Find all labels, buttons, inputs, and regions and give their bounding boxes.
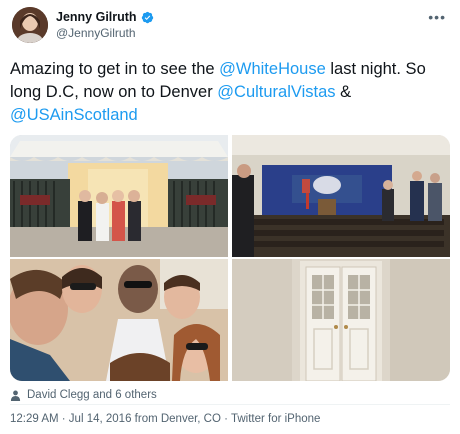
author-name-row[interactable]: Jenny Gilruth	[56, 10, 154, 24]
tagged-users-text[interactable]: David Clegg and 6 others	[27, 389, 157, 401]
photo-press-briefing-room[interactable]	[232, 135, 450, 257]
mention-link[interactable]: @WhiteHouse	[219, 60, 326, 78]
tweet-timestamp[interactable]: 12:29 AM · Jul 14, 2016 from Denver, CO …	[10, 413, 320, 425]
author-name[interactable]: Jenny Gilruth	[56, 10, 137, 24]
photo-group-selfie[interactable]	[10, 259, 228, 381]
photo-double-doors[interactable]	[232, 259, 450, 381]
photo-white-house-entrance[interactable]	[10, 135, 228, 257]
tagged-users[interactable]: David Clegg and 6 others	[10, 389, 157, 401]
verified-badge-icon	[141, 11, 153, 23]
mention-link[interactable]: @CulturalVistas	[217, 83, 335, 101]
tweet-card: Jenny Gilruth @JennyGilruth ••• Amazing …	[0, 0, 460, 434]
tweet-text-part: Amazing to get in to see the	[10, 60, 220, 78]
avatar[interactable]	[12, 7, 48, 43]
tweet-text: Amazing to get in to see the @WhiteHouse…	[10, 58, 450, 127]
tweet-text-part: &	[335, 83, 352, 101]
media-grid	[10, 135, 450, 381]
author-handle[interactable]: @JennyGilruth	[56, 26, 136, 40]
divider	[10, 404, 450, 405]
more-options-icon[interactable]: •••	[428, 10, 446, 24]
person-icon	[10, 390, 21, 401]
mention-link[interactable]: @USAinScotland	[10, 106, 138, 124]
